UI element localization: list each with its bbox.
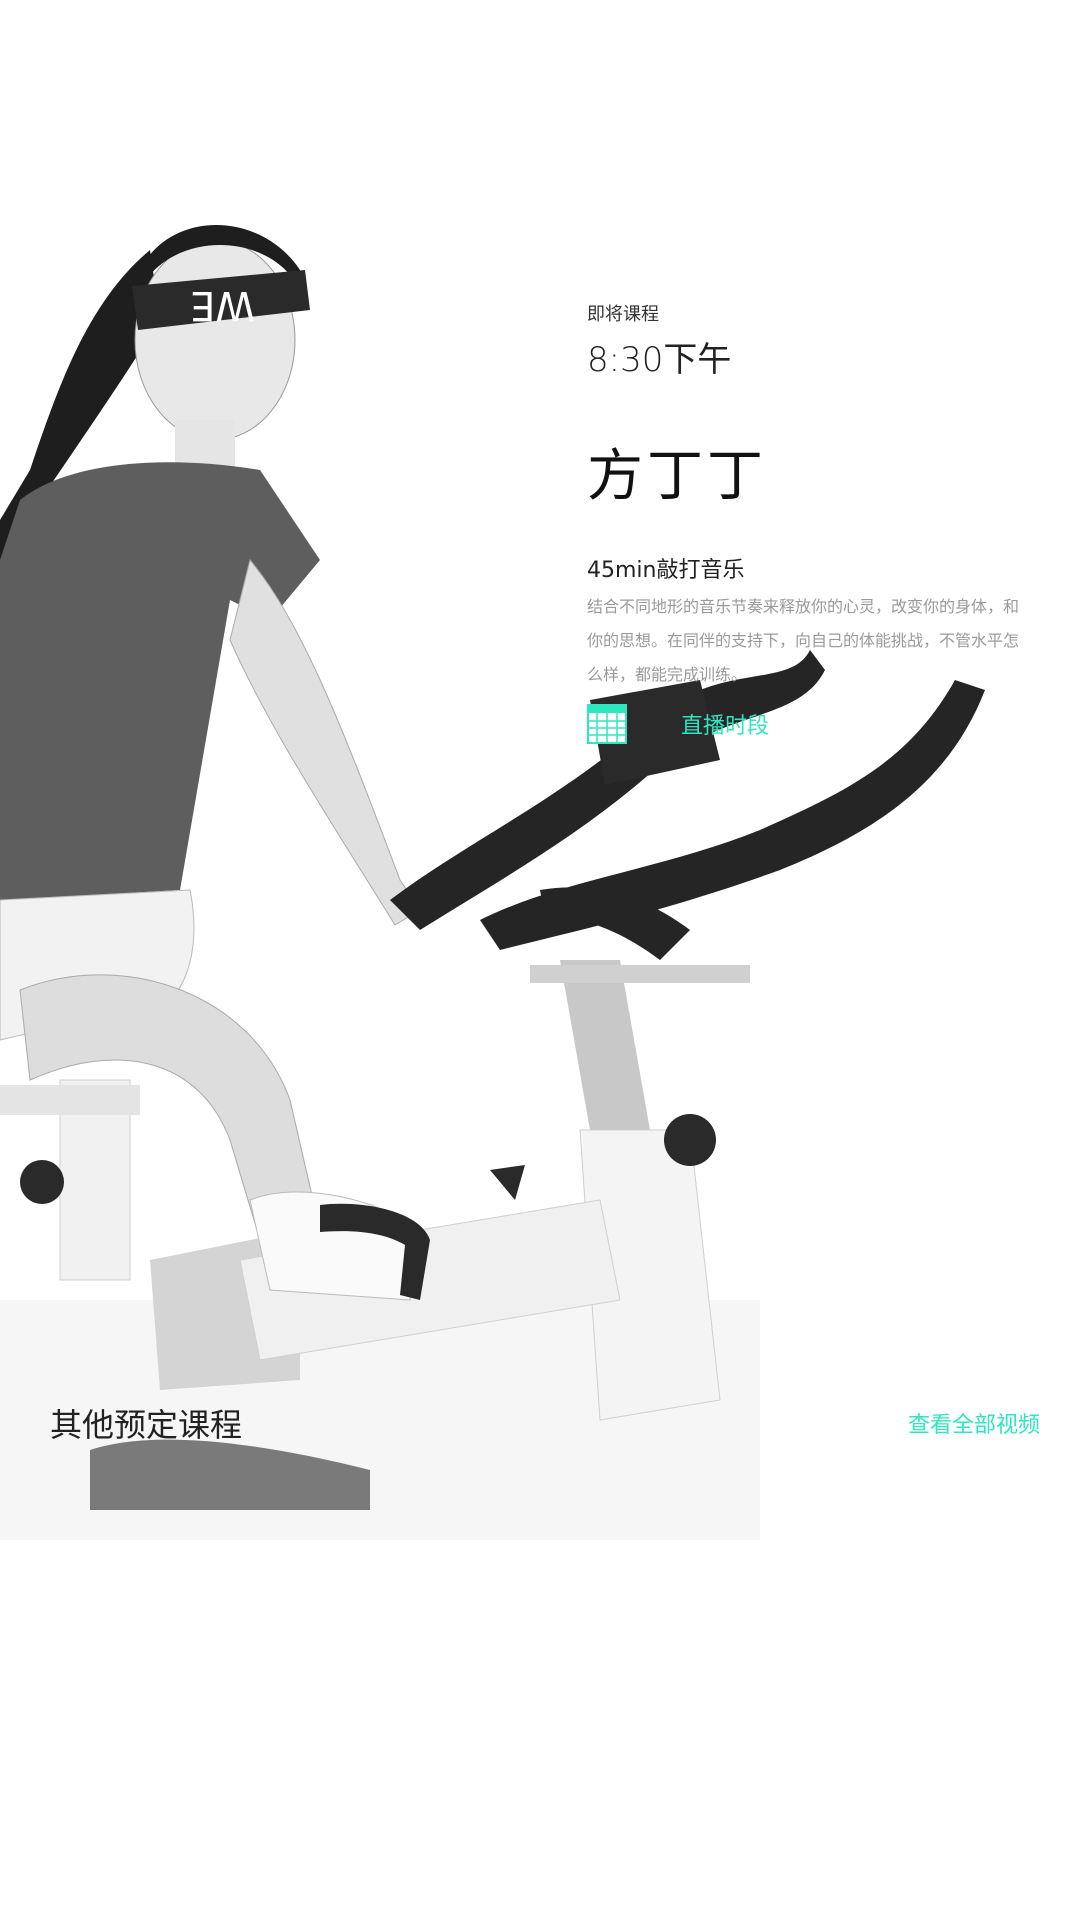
- course-title: 45min敲打音乐: [587, 558, 745, 583]
- course-description: 结合不同地形的音乐节奏来释放你的心灵，改变你的身体，和你的思想。在同伴的支持下，…: [587, 597, 1020, 684]
- coach-name: 方丁丁: [587, 444, 767, 509]
- svg-text:WE: WE: [190, 282, 255, 328]
- upcoming-course-card: 即将课程 8:30下午 方丁丁 45min敲打音乐 结合不同地形的音乐节奏来释放…: [587, 300, 1027, 692]
- calendar-icon: [587, 704, 627, 744]
- view-all-videos-link[interactable]: 查看全部视频: [908, 1407, 1040, 1439]
- upcoming-label: 即将课程: [587, 304, 659, 325]
- live-session-label: 直播时段: [681, 714, 770, 739]
- live-session-button[interactable]: 直播时段: [587, 704, 769, 744]
- section-title: 其他预定课程: [50, 1406, 243, 1444]
- other-courses-header: 其他预定课程 查看全部视频: [50, 1400, 1040, 1446]
- course-time: 8:30下午: [587, 340, 732, 380]
- hero-image: WE: [0, 225, 985, 1540]
